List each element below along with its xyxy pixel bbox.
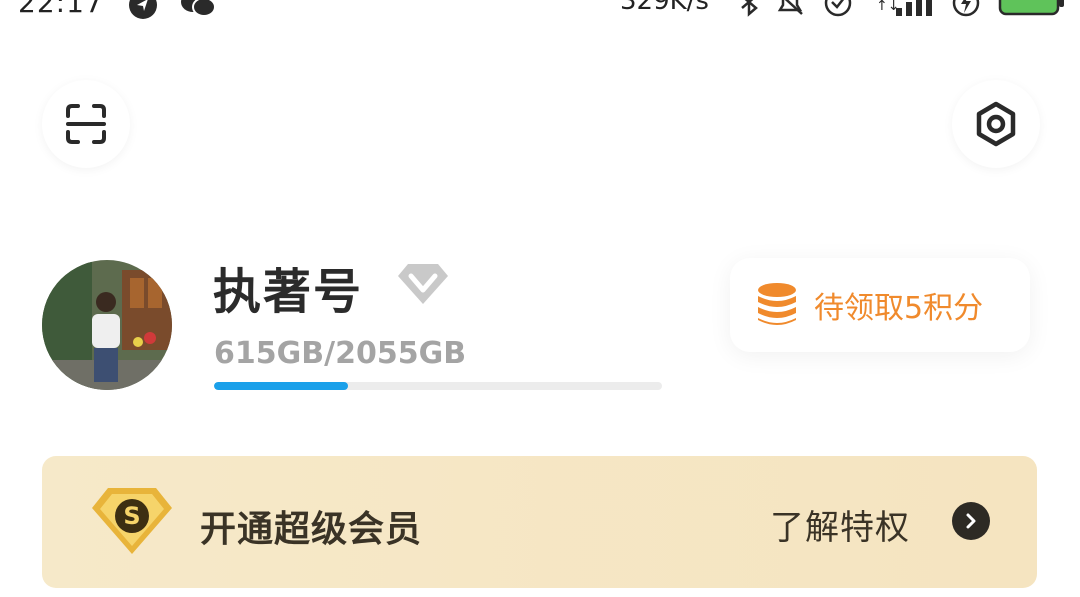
bluetooth-icon: [738, 0, 760, 22]
settings-hexagon-icon: [976, 101, 1016, 147]
vip-title: 开通超级会员: [200, 509, 423, 550]
bell-mute-icon: [774, 0, 806, 22]
net-speed: 329K/s: [620, 0, 709, 16]
coins-icon: [758, 283, 796, 325]
signal-icon: ↑↓: [876, 0, 936, 20]
avatar[interactable]: [42, 260, 172, 390]
points-button[interactable]: 待领取5积分: [730, 258, 1030, 352]
svg-text:↑↓: ↑↓: [876, 0, 899, 14]
diamond-icon[interactable]: [396, 262, 450, 310]
super-vip-banner[interactable]: S 开通超级会员 了解特权: [42, 456, 1037, 588]
storage-progress-bar: [214, 382, 662, 390]
points-label: 待领取5积分: [814, 291, 984, 326]
alarm-icon: [822, 0, 854, 22]
chevron-right-icon[interactable]: [952, 502, 990, 540]
username[interactable]: 执著号: [213, 252, 363, 322]
location-icon: [128, 0, 158, 24]
storage-progress-fill: [214, 382, 348, 390]
settings-button[interactable]: [952, 80, 1040, 168]
battery-icon: [998, 0, 1066, 20]
charging-icon: [950, 0, 982, 22]
learn-privileges-link[interactable]: 了解特权: [770, 500, 910, 549]
wechat-icon: [180, 0, 216, 22]
storage-usage-text: 615GB/2055GB: [214, 336, 467, 371]
status-time: 22:17: [18, 0, 104, 19]
vip-badge-letter: S: [123, 502, 140, 530]
scan-button[interactable]: [42, 80, 130, 168]
super-vip-badge-icon: S: [90, 486, 174, 560]
status-bar: 22:17 329K/s ↑↓: [0, 0, 1080, 22]
scan-icon: [66, 104, 106, 144]
